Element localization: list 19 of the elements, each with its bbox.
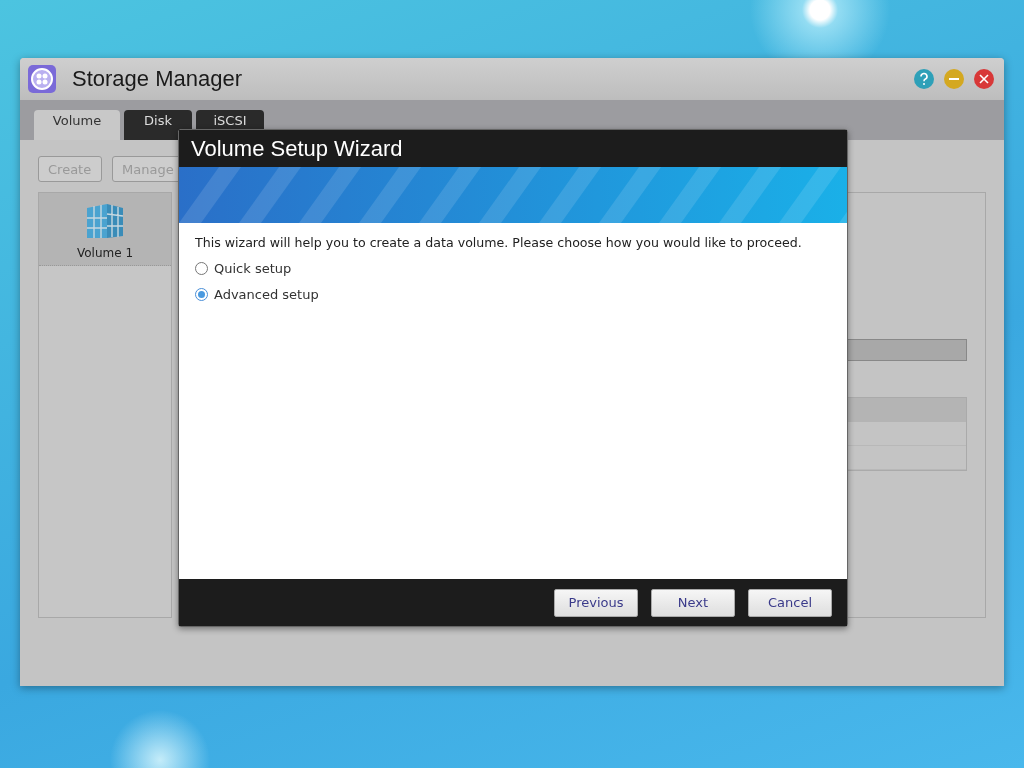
tab[interactable]: Volume [34, 110, 120, 140]
tab[interactable]: Disk [124, 110, 192, 140]
minimize-icon[interactable] [944, 69, 964, 89]
radio-icon[interactable] [195, 262, 208, 275]
radio-option[interactable]: Quick setup [195, 261, 831, 276]
volume-label: Volume 1 [76, 246, 134, 260]
app-logo-icon [28, 65, 56, 93]
option-label: Advanced setup [214, 287, 319, 302]
radio-icon[interactable] [195, 288, 208, 301]
dialog-button[interactable]: Previous [554, 588, 638, 617]
dialog-message: This wizard will help you to create a data volume. Please choose how you would like to proceed. [195, 235, 803, 250]
radio-option[interactable]: Advanced setup [195, 287, 831, 302]
dialog-button[interactable]: Next [651, 588, 735, 617]
close-icon[interactable] [974, 69, 994, 89]
dialog-button[interactable]: Cancel [748, 588, 832, 617]
window-title: Storage Manager [72, 66, 243, 92]
help-icon[interactable] [914, 69, 934, 89]
option-label: Quick setup [214, 261, 292, 276]
volume-item[interactable]: Volume 1 [39, 193, 171, 266]
